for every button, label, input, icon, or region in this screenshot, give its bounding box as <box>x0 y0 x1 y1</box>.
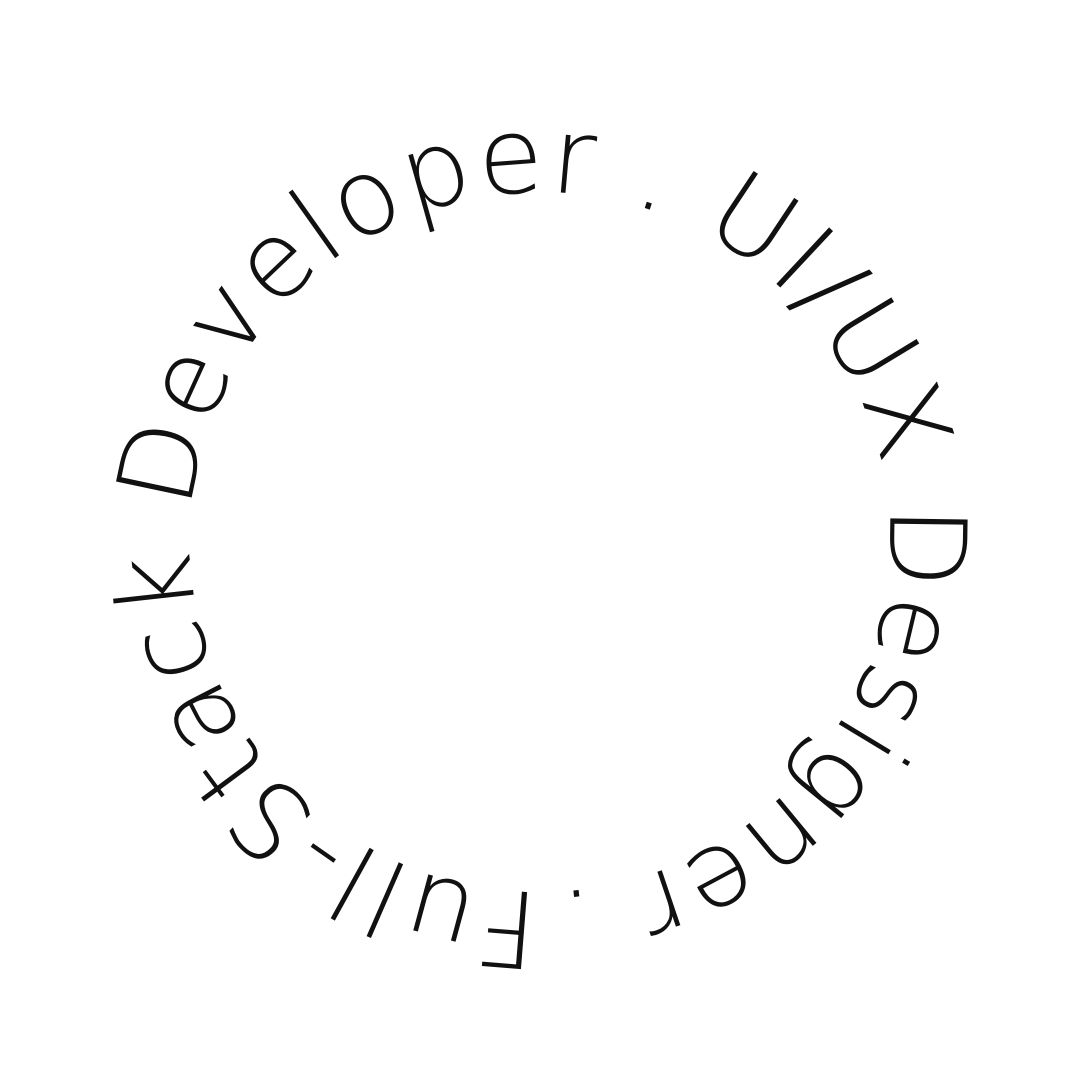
ring-text-path: Full-Stack Developer . UI/UX Designer . <box>91 93 987 991</box>
circular-text-svg: Full-Stack Developer . UI/UX Designer . <box>91 93 988 991</box>
ring-text: Full-Stack Developer . UI/UX Designer . <box>91 93 988 991</box>
circular-text-badge: Full-Stack Developer . UI/UX Designer . <box>0 0 1080 1080</box>
